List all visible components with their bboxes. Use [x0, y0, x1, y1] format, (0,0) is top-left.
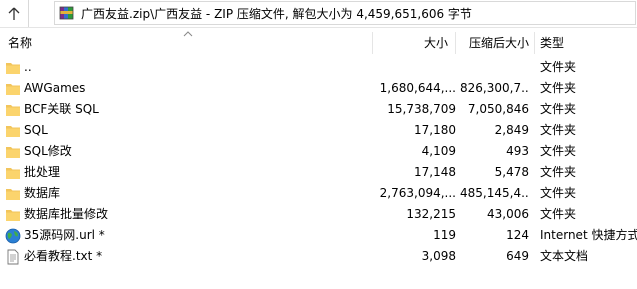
address-text: 广西友益.zip\广西友益 - ZIP 压缩文件, 解包大小为 4,459,65…	[81, 6, 472, 21]
address-bar-row: 广西友益.zip\广西友益 - ZIP 压缩文件, 解包大小为 4,459,65…	[0, 0, 637, 27]
file-name: SQL修改	[24, 144, 72, 158]
file-compressed-size: 124	[506, 228, 529, 242]
file-compressed-size	[460, 57, 529, 78]
column-divider[interactable]	[372, 32, 373, 54]
file-row[interactable]: 35源码网.url * 119 124 Internet 快捷方式	[0, 225, 637, 246]
file-type: 文件夹	[540, 207, 577, 221]
file-size: 119	[433, 228, 456, 242]
file-compressed-size: 485,145,4...	[460, 186, 529, 200]
folder-icon	[5, 207, 21, 223]
sort-ascending-icon	[183, 31, 193, 37]
folder-icon	[5, 186, 21, 202]
globe-icon	[5, 228, 21, 244]
folder-icon	[5, 102, 21, 118]
file-name: BCF关联 SQL	[24, 102, 99, 116]
file-type: 文件夹	[540, 102, 577, 116]
column-header-name[interactable]: 名称	[8, 30, 32, 56]
file-row[interactable]: AWGames 1,680,644,... 826,300,7... 文件夹	[0, 78, 637, 99]
file-row[interactable]: 数据库批量修改 132,215 43,006 文件夹	[0, 204, 637, 225]
file-row[interactable]: SQL修改 4,109 493 文件夹	[0, 141, 637, 162]
column-header-type[interactable]: 类型	[540, 30, 564, 56]
file-name: 35源码网.url *	[24, 228, 105, 242]
file-size	[360, 57, 456, 78]
file-row[interactable]: 批处理 17,148 5,478 文件夹	[0, 162, 637, 183]
file-name: ..	[24, 60, 32, 74]
arrow-up-icon	[8, 7, 20, 20]
file-size: 4,109	[421, 144, 456, 158]
file-size: 17,148	[414, 165, 456, 179]
file-row[interactable]: SQL 17,180 2,849 文件夹	[0, 120, 637, 141]
file-type: 文件夹	[540, 165, 577, 179]
file-type: 文件夹	[540, 81, 577, 95]
toolbar-divider	[0, 27, 637, 28]
file-row[interactable]: BCF关联 SQL 15,738,709 7,050,846 文件夹	[0, 99, 637, 120]
file-size: 2,763,094,...	[379, 186, 456, 200]
file-compressed-size: 649	[506, 249, 529, 263]
file-name: 批处理	[24, 165, 61, 179]
file-compressed-size: 493	[506, 144, 529, 158]
file-row[interactable]: .. 文件夹	[0, 57, 637, 78]
folder-icon	[5, 165, 21, 181]
column-header-size[interactable]: 大小	[376, 30, 448, 56]
file-size: 3,098	[421, 249, 456, 263]
address-field[interactable]: 广西友益.zip\广西友益 - ZIP 压缩文件, 解包大小为 4,459,65…	[54, 1, 636, 25]
folder-icon	[5, 144, 21, 160]
file-name: 必看教程.txt *	[24, 249, 103, 263]
file-name: SQL	[24, 123, 48, 137]
folder-icon	[5, 123, 21, 139]
column-header-compressed-size[interactable]: 压缩后大小	[458, 30, 529, 56]
file-name: 数据库批量修改	[24, 207, 109, 221]
file-type: 文件夹	[540, 186, 577, 200]
archive-icon	[59, 6, 74, 20]
file-compressed-size: 5,478	[494, 165, 529, 179]
file-row[interactable]: 数据库 2,763,094,... 485,145,4... 文件夹	[0, 183, 637, 204]
file-name: AWGames	[24, 81, 86, 95]
file-type: 文件夹	[540, 123, 577, 137]
file-list: .. 文件夹 AWGames 1,680,644,... 826,300,7... 文件夹…	[0, 57, 637, 267]
up-folder-button[interactable]	[0, 0, 29, 27]
folder-icon	[5, 60, 21, 76]
file-type: 文件夹	[540, 144, 577, 158]
file-size: 1,680,644,...	[379, 81, 456, 95]
column-header: 名称 大小 压缩后大小 类型	[0, 30, 637, 56]
column-divider[interactable]	[534, 32, 535, 54]
file-name: 数据库	[24, 186, 61, 200]
text-file-icon	[5, 249, 21, 265]
file-type: 文本文档	[540, 249, 589, 263]
file-size: 132,215	[406, 207, 456, 221]
file-compressed-size: 826,300,7...	[460, 81, 529, 95]
file-type: 文件夹	[540, 60, 577, 74]
file-size: 17,180	[414, 123, 456, 137]
column-divider[interactable]	[455, 32, 456, 54]
folder-icon	[5, 81, 21, 97]
file-type: Internet 快捷方式	[540, 228, 637, 242]
file-compressed-size: 2,849	[494, 123, 529, 137]
file-compressed-size: 43,006	[487, 207, 529, 221]
file-row[interactable]: 必看教程.txt * 3,098 649 文本文档	[0, 246, 637, 267]
file-size: 15,738,709	[387, 102, 456, 116]
file-compressed-size: 7,050,846	[467, 102, 529, 116]
